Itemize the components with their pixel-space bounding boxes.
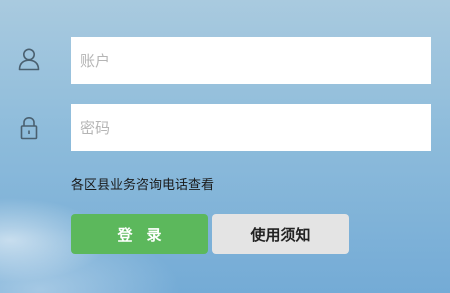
username-input[interactable] — [71, 37, 431, 84]
password-input[interactable] — [71, 104, 431, 151]
usage-notice-button[interactable]: 使用须知 — [212, 214, 349, 254]
login-button[interactable]: 登录 — [71, 214, 208, 254]
district-hotline-link[interactable]: 各区县业务咨询电话查看 — [71, 174, 214, 193]
user-icon — [16, 46, 42, 72]
lock-icon — [16, 115, 42, 141]
